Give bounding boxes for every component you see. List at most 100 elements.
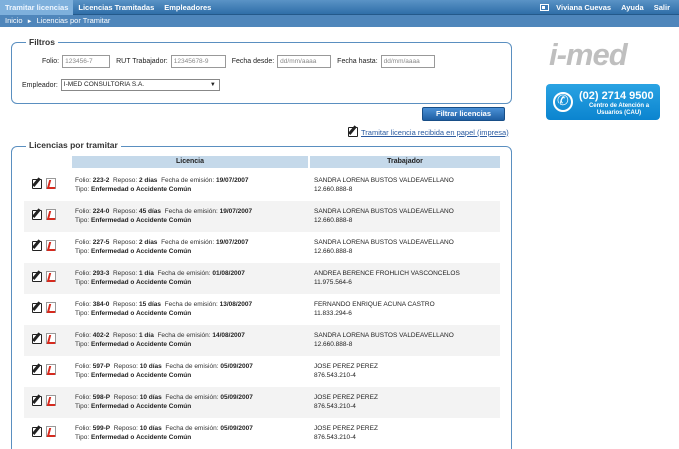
table-row: Folio: 384-0 Reposo: 15 días Fecha de em… (24, 294, 500, 325)
emision-label: Fecha de emisión: (164, 208, 218, 215)
pdf-icon[interactable] (46, 178, 56, 189)
tipo-value: Enfermedad o Accidente Común (91, 186, 192, 193)
rut-input[interactable]: 12345678-9 (170, 55, 226, 68)
license-type-line: Tipo: Enfermedad o Accidente Común (75, 279, 191, 286)
pdf-icon[interactable] (46, 333, 56, 344)
cau-phone-number: (02) 2714 9500 (579, 90, 654, 102)
nav-tramitar-licencias[interactable]: Tramitar licencias (0, 0, 74, 15)
edit-icon[interactable] (32, 426, 42, 437)
reposo-value: 10 días (139, 363, 162, 370)
reposo-label: Reposo: (112, 208, 138, 215)
user-menu: Viviana Cuevas Ayuda Salir (540, 0, 675, 15)
folio-value: 384-0 (92, 301, 110, 308)
reposo-value: 1 día (139, 332, 154, 339)
edit-icon[interactable] (32, 209, 42, 220)
worker-name: SANDRA LORENA BUSTOS VALDEAVELLANO (314, 332, 454, 339)
worker-name: JOSE PEREZ PEREZ (314, 394, 378, 401)
tipo-label: Tipo: (75, 248, 90, 255)
row-actions (32, 364, 56, 375)
reposo-value: 15 días (139, 301, 162, 308)
emision-label: Fecha de emisión: (165, 425, 219, 432)
license-type-line: Tipo: Enfermedad o Accidente Común (75, 217, 191, 224)
worker-name: JOSE PEREZ PEREZ (314, 363, 378, 370)
license-info-line: Folio: 598-P Reposo: 10 días Fecha de em… (75, 394, 253, 401)
license-type-line: Tipo: Enfermedad o Accidente Común (75, 434, 191, 441)
help-link[interactable]: Ayuda (616, 3, 649, 12)
filtrar-licencias-button[interactable]: Filtrar licencias (422, 107, 505, 121)
reposo-label: Reposo: (112, 239, 138, 246)
filters-row-1: Folio: 123456-7 RUT Trabajador: 12345678… (42, 55, 435, 68)
reposo-label: Reposo: (112, 177, 138, 184)
breadcrumb-home[interactable]: Inicio (5, 16, 23, 25)
pdf-icon[interactable] (46, 271, 56, 282)
folio-value: 402-2 (92, 332, 110, 339)
tipo-label: Tipo: (75, 341, 90, 348)
empleador-select[interactable]: I-MED CONSULTORIA S.A. ▼ (60, 79, 220, 91)
fecha-desde-input[interactable]: dd/mm/aaaa (277, 55, 332, 68)
worker-rut: 876.543.210-4 (314, 403, 356, 410)
license-info-line: Folio: 224-0 Reposo: 45 días Fecha de em… (75, 208, 252, 215)
tipo-label: Tipo: (75, 186, 90, 193)
row-actions (32, 209, 56, 220)
pdf-icon[interactable] (46, 426, 56, 437)
paper-license-link-text[interactable]: Tramitar licencia recibida en papel (imp… (361, 128, 509, 137)
pdf-icon[interactable] (46, 240, 56, 251)
license-type-line: Tipo: Enfermedad o Accidente Común (75, 403, 191, 410)
emision-label: Fecha de emisión: (165, 363, 219, 370)
rut-label: RUT Trabajador: (116, 58, 168, 65)
nav-empleadores[interactable]: Empleadores (159, 0, 216, 15)
folio-label: Folio: (75, 270, 91, 277)
license-type-line: Tipo: Enfermedad o Accidente Común (75, 310, 191, 317)
license-type-line: Tipo: Enfermedad o Accidente Común (75, 372, 191, 379)
edit-icon[interactable] (32, 333, 42, 344)
nav-licencias-tramitadas[interactable]: Licencias Tramitadas (73, 0, 159, 15)
tipo-value: Enfermedad o Accidente Común (91, 341, 192, 348)
table-row: Folio: 598-P Reposo: 10 días Fecha de em… (24, 387, 500, 418)
emision-value: 05/09/2007 (220, 425, 253, 432)
reposo-label: Reposo: (113, 363, 138, 370)
cau-description: Centro de Atención a Usuarios (CAU) (588, 103, 650, 116)
edit-icon[interactable] (32, 364, 42, 375)
emision-value: 19/07/2007 (216, 177, 249, 184)
folio-label: Folio: (75, 425, 91, 432)
phone-icon (553, 92, 573, 112)
pdf-icon[interactable] (46, 209, 56, 220)
row-actions (32, 271, 56, 282)
emision-label: Fecha de emisión: (165, 394, 219, 401)
emision-label: Fecha de emisión: (157, 332, 211, 339)
edit-icon[interactable] (32, 178, 42, 189)
table-row: Folio: 223-2 Reposo: 2 días Fecha de emi… (24, 170, 500, 201)
worker-rut: 11.975.564-6 (314, 279, 352, 286)
paper-license-link[interactable]: Tramitar licencia recibida en papel (imp… (348, 127, 509, 137)
folio-label: Folio: (75, 363, 91, 370)
pdf-icon[interactable] (46, 364, 56, 375)
emision-value: 14/08/2007 (212, 332, 245, 339)
tipo-value: Enfermedad o Accidente Común (91, 217, 192, 224)
fecha-hasta-input[interactable]: dd/mm/aaaa (380, 55, 435, 68)
edit-icon[interactable] (32, 302, 42, 313)
user-name-link[interactable]: Viviana Cuevas (551, 3, 616, 12)
worker-rut: 12.660.888-8 (314, 248, 353, 255)
worker-rut: 11.833.294-6 (314, 310, 352, 317)
row-actions (32, 240, 56, 251)
tipo-label: Tipo: (75, 434, 90, 441)
edit-icon[interactable] (32, 395, 42, 406)
tipo-label: Tipo: (75, 403, 90, 410)
edit-icon[interactable] (32, 240, 42, 251)
logout-link[interactable]: Salir (649, 3, 675, 12)
license-type-line: Tipo: Enfermedad o Accidente Común (75, 186, 191, 193)
folio-label: Folio: (75, 239, 91, 246)
license-type-line: Tipo: Enfermedad o Accidente Común (75, 341, 191, 348)
tipo-label: Tipo: (75, 279, 90, 286)
folio-value: 293-3 (92, 270, 110, 277)
edit-icon[interactable] (32, 271, 42, 282)
worker-rut: 876.543.210-4 (314, 434, 356, 441)
table-row: Folio: 599-P Reposo: 10 días Fecha de em… (24, 418, 500, 449)
pdf-icon[interactable] (46, 302, 56, 313)
pdf-icon[interactable] (46, 395, 56, 406)
folio-value: 224-0 (92, 208, 110, 215)
header-licencia: Licencia (72, 156, 308, 168)
worker-rut: 876.543.210-4 (314, 372, 356, 379)
top-navbar: Tramitar licencias Licencias Tramitadas … (0, 0, 679, 15)
folio-input[interactable]: 123456-7 (62, 55, 111, 68)
